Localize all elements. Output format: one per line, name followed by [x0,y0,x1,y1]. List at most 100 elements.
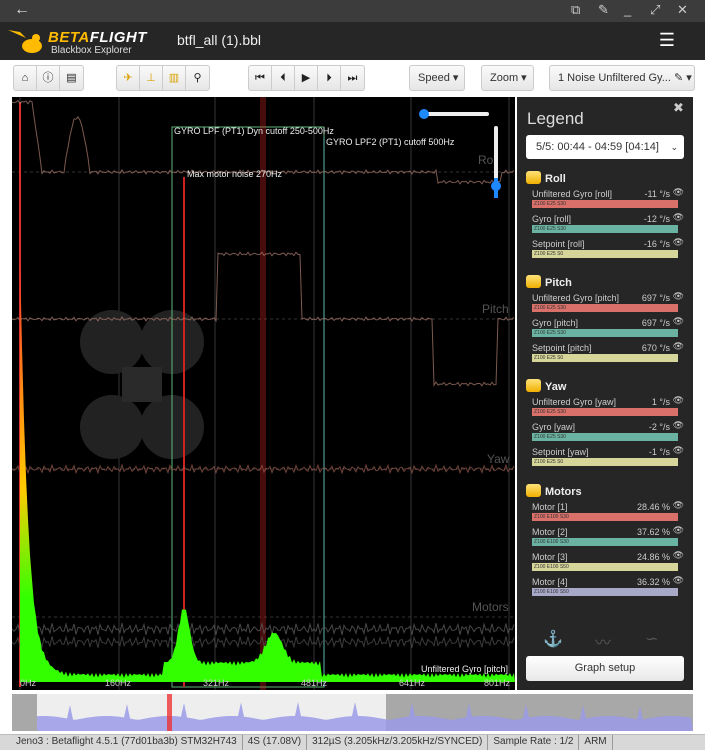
eye-icon[interactable]: 👁 [673,237,684,248]
eye-icon[interactable]: 👁 [673,575,684,586]
jump-start-icon[interactable]: ⏮ [249,66,272,90]
legend-item-value: -2 °/s [648,422,670,432]
legend-item-color-bar: Z100 E100 S30 [532,513,678,521]
hamburger-icon[interactable]: ☰ [650,30,684,52]
arrow-left-icon[interactable]: ← [14,1,30,19]
eye-icon[interactable]: 👁 [673,525,684,536]
eye-icon[interactable]: 👁 [673,420,684,431]
legend-item-color-bar: Z100 E25 S30 [532,433,678,441]
collapse-icon[interactable] [526,171,541,184]
legend-item-value: 1 °/s [651,397,670,407]
minimize-icon[interactable]: _ [624,2,631,17]
x-tick: 0Hz [20,678,37,688]
screenshot-icon[interactable]: ⧉ [571,2,580,18]
close-icon[interactable]: ✖ [673,100,684,116]
legend-item[interactable]: Setpoint [pitch] 670 °/s 👁 Z100 E25 S0 [526,341,686,368]
eye-icon[interactable]: 👁 [673,550,684,561]
step-back-icon[interactable]: ⏴ [272,66,295,90]
eye-icon[interactable]: 👁 [673,187,684,198]
eye-icon[interactable]: 👁 [673,445,684,456]
collapse-icon[interactable] [526,484,541,497]
legend-item-label: Motor [4] [532,577,568,587]
legend-section-header[interactable]: Yaw [526,379,686,397]
legend-item-value: 28.46 % [636,502,670,512]
legend-section-header[interactable]: Motors [526,484,686,502]
legend-title: Legend [527,109,584,128]
pin-icon[interactable]: ✎ [598,2,609,18]
legend-item-color-bar: Z100 E100 S50 [532,588,678,596]
legend-item-color-bar: Z100 E25 S0 [532,354,678,362]
log-timeline[interactable] [12,694,693,731]
legend-item[interactable]: Gyro [roll] -12 °/s 👁 Z100 E25 S30 [526,212,686,239]
legend-item[interactable]: Unfiltered Gyro [roll] -11 °/s 👁 Z100 E25 S… [526,187,686,214]
graph-config-dropdown[interactable]: 1 Noise Unfiltered Gy... ✎ ▾ [549,65,695,91]
legend-item[interactable]: Gyro [yaw] -2 °/s 👁 Z100 E25 S30 [526,420,686,447]
x-tick: 321Hz [203,678,230,688]
eye-icon[interactable]: 👁 [673,341,684,352]
legend-section-header[interactable]: Roll [526,171,686,189]
graph-canvas[interactable]: Roll Pitch Yaw Motors GYRO LPF (PT1) Dyn… [12,97,515,690]
status-looptime: 312µS (3.205kHz/3.205kHz/SYNCED) [307,735,489,750]
graph-label-yaw: Yaw [487,452,510,466]
x-tick: 481Hz [301,678,328,688]
legend-item[interactable]: Motor [1] 28.46 % 👁 Z100 E100 S30 [526,500,686,527]
legend-item[interactable]: Motor [3] 24.86 % 👁 Z100 E100 S50 [526,550,686,577]
graph-view-icon[interactable]: 〰 [595,629,611,653]
table-icon[interactable]: ▤ [60,66,83,90]
legend-item-color-bar: Z100 E25 S30 [532,225,678,233]
maximize-icon[interactable]: ⤢ [650,2,660,18]
bee-logo-icon [8,30,42,53]
eye-icon[interactable]: 👁 [673,291,684,302]
graph-svg [12,97,515,690]
map-pin-icon[interactable]: ⚲ [186,66,209,90]
legend-item[interactable]: Motor [2] 37.62 % 👁 Z100 E100 S30 [526,525,686,552]
legend-item-color-bar: Z100 E25 S30 [532,329,678,337]
speed-dropdown[interactable]: Speed ▾ [409,65,465,91]
log-range-select[interactable]: 5/5: 00:44 - 04:59 [04:14] ⌄ [526,135,684,159]
x-tick: 160Hz [105,678,132,688]
legend-item-color-bar: Z100 E25 S30 [532,200,678,208]
zoom-slider-horizontal[interactable] [415,108,495,120]
legend-item[interactable]: Setpoint [roll] -16 °/s 👁 Z100 E25 S0 [526,237,686,264]
legend-item-label: Motor [3] [532,552,568,562]
legend-item[interactable]: Unfiltered Gyro [pitch] 697 °/s 👁 Z100 E25 … [526,291,686,318]
sticks-icon[interactable]: ⊥ [140,66,163,90]
spectrum-icon[interactable]: ▥ [163,66,186,90]
legend-item-value: 670 °/s [641,343,670,353]
home-icon[interactable]: ⌂ [14,66,37,90]
eye-icon[interactable]: 👁 [673,500,684,511]
timeline-cursor [167,694,172,731]
eye-icon[interactable]: 👁 [673,395,684,406]
eye-icon[interactable]: 👁 [673,212,684,223]
legend-item-label: Motor [2] [532,527,568,537]
legend-item[interactable]: Setpoint [yaw] -1 °/s 👁 Z100 E25 S0 [526,445,686,472]
legend-section-header[interactable]: Pitch [526,275,686,293]
eye-icon[interactable]: 👁 [673,316,684,327]
collapse-icon[interactable] [526,379,541,392]
legend-item-color-bar: Z100 E25 S0 [532,458,678,466]
legend-item-label: Gyro [yaw] [532,422,576,432]
play-icon[interactable]: ▶ [295,66,318,90]
graph-setup-button[interactable]: Graph setup [526,656,684,681]
legend-item-color-bar: Z100 E100 S30 [532,538,678,546]
sticks-view-icon[interactable]: ⚓ [543,629,563,649]
status-battery: 4S (17.08V) [243,735,308,750]
zoom-dropdown[interactable]: Zoom ▾ [481,65,534,91]
legend-panel: Legend ✖ 5/5: 00:44 - 04:59 [04:14] ⌄ Rol… [517,97,693,690]
curve-view-icon[interactable]: ∽ [645,629,658,649]
close-icon[interactable]: ✕ [677,2,688,18]
jump-end-icon[interactable]: ⏭ [341,66,364,90]
legend-item[interactable]: Gyro [pitch] 697 °/s 👁 Z100 E25 S30 [526,316,686,343]
legend-item-color-bar: Z100 E25 S0 [532,250,678,258]
legend-item[interactable]: Motor [4] 36.32 % 👁 Z100 E100 S50 [526,575,686,602]
info-icon[interactable]: ⓘ [37,66,60,90]
legend-item[interactable]: Unfiltered Gyro [yaw] 1 °/s 👁 Z100 E25 S30 [526,395,686,422]
zoom-slider-vertical[interactable] [489,124,503,204]
legend-section-roll: Roll Unfiltered Gyro [roll] -11 °/s 👁 Z100 E… [526,171,686,264]
legend-item-label: Setpoint [yaw] [532,447,589,457]
status-bar: Jeno3 : Betaflight 4.5.1 (77d01ba3b) STM… [0,734,705,750]
legend-item-value: 36.32 % [636,577,670,587]
collapse-icon[interactable] [526,275,541,288]
craft-icon[interactable]: ✈ [117,66,140,90]
step-forward-icon[interactable]: ⏵ [318,66,341,90]
